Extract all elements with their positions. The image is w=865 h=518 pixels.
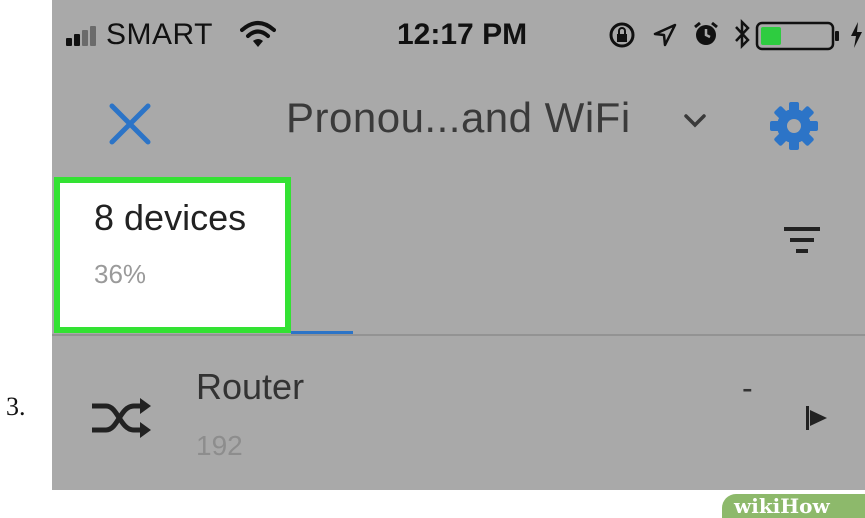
- location-icon: [653, 23, 677, 47]
- filter-icon[interactable]: [784, 225, 820, 257]
- charging-icon: [851, 22, 862, 48]
- lock-rotation-icon: [609, 22, 635, 48]
- battery-icon: [755, 21, 839, 51]
- nav-bar: Pronou...and WiFi: [52, 80, 865, 176]
- status-time: 12:17 PM: [397, 18, 528, 51]
- chevron-down-icon[interactable]: [684, 114, 706, 128]
- gear-icon[interactable]: [768, 100, 820, 152]
- devices-stats-tab[interactable]: 8 devices 36%: [54, 177, 291, 333]
- device-name: Router: [196, 366, 305, 407]
- device-row-router[interactable]: Router 192 -: [52, 336, 865, 490]
- step-number: 3.: [6, 392, 26, 421]
- alarm-icon: [694, 21, 718, 45]
- wifi-icon: [240, 21, 276, 47]
- bluetooth-icon: [735, 18, 750, 50]
- phone-screen: SMART 12:17 PM Pronou...and WiFi 8 devic…: [52, 0, 865, 490]
- close-icon[interactable]: [108, 102, 152, 146]
- shuffle-icon: [92, 398, 151, 438]
- device-count: 8 devices: [94, 197, 247, 238]
- carrier-name: SMART: [106, 18, 213, 51]
- device-ip: 192: [196, 430, 243, 461]
- play-icon[interactable]: [806, 406, 828, 430]
- wikihow-watermark-text: wikiHow: [734, 494, 830, 518]
- network-title[interactable]: Pronou...and WiFi: [286, 94, 631, 142]
- usage-percent: 36%: [94, 259, 147, 289]
- signal-icon: [66, 24, 100, 46]
- status-bar: SMART 12:17 PM: [52, 0, 865, 80]
- device-usage-value: -: [742, 370, 753, 406]
